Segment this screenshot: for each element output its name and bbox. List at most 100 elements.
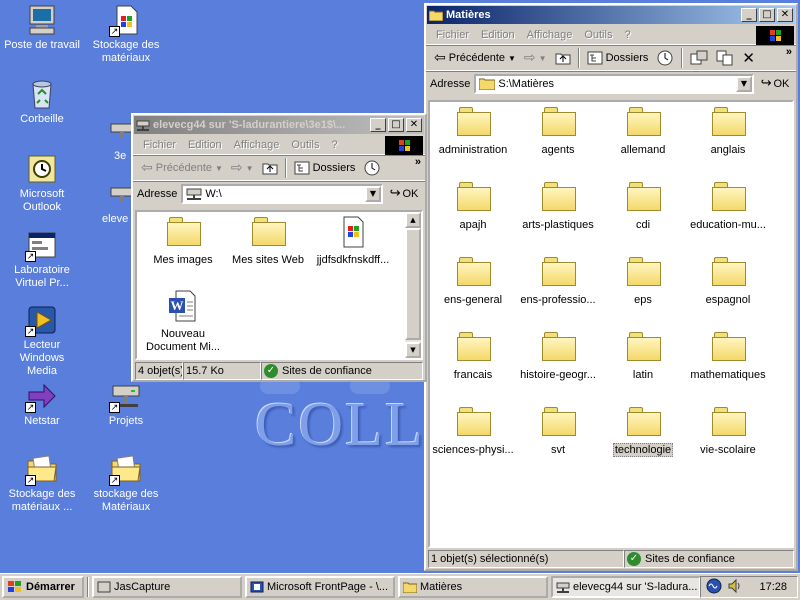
- folder-item[interactable]: latin: [601, 331, 685, 382]
- desktop-icon-projets[interactable]: ↗ Projets: [86, 380, 166, 428]
- folder-item[interactable]: cdi: [601, 181, 685, 232]
- folder-item[interactable]: sciences-physi...: [431, 406, 515, 457]
- toolbar-more-icon[interactable]: »: [415, 156, 421, 168]
- folder-item[interactable]: svt: [516, 406, 600, 457]
- folder-item[interactable]: anglais: [686, 106, 770, 157]
- address-bar: Adresse S:\Matières ▼ ↪ OK: [426, 71, 796, 95]
- menu-outils[interactable]: Outils: [578, 29, 618, 41]
- close-button[interactable]: ✕: [406, 118, 422, 132]
- menu-help[interactable]: ?: [325, 139, 343, 151]
- move-to-button[interactable]: [686, 47, 712, 69]
- up-folder-button[interactable]: [258, 157, 282, 179]
- address-input[interactable]: S:\Matières ▼: [474, 73, 754, 94]
- desktop-icon-windows-media[interactable]: ↗ Lecteur Windows Media: [2, 304, 82, 378]
- folder-item[interactable]: administration: [431, 106, 515, 157]
- desktop-icon-poste-de-travail[interactable]: Poste de travail: [2, 4, 82, 52]
- folder-icon: [479, 78, 496, 90]
- menu-fichier[interactable]: Fichier: [430, 29, 475, 41]
- folder-item[interactable]: mathematiques: [686, 331, 770, 382]
- folder-item-label: arts-plastiques: [522, 219, 594, 231]
- folder-item[interactable]: allemand: [601, 106, 685, 157]
- menu-affichage[interactable]: Affichage: [228, 139, 286, 151]
- desktop-icon-corbeille[interactable]: Corbeille: [2, 78, 82, 126]
- menu-fichier[interactable]: Fichier: [137, 139, 182, 151]
- history-button[interactable]: [652, 47, 678, 69]
- menu-outils[interactable]: Outils: [285, 139, 325, 151]
- maximize-button[interactable]: □: [759, 8, 775, 22]
- menu-help[interactable]: ?: [618, 29, 636, 41]
- folder-item-label: ens-professio...: [520, 294, 596, 306]
- folder-item[interactable]: espagnol: [686, 256, 770, 307]
- folder-item[interactable]: histoire-geogr...: [516, 331, 600, 382]
- go-button[interactable]: ↪ OK: [754, 76, 796, 91]
- toolbar-more-icon[interactable]: »: [786, 46, 792, 58]
- folder-item[interactable]: vie-scolaire: [686, 406, 770, 457]
- title-bar[interactable]: elevecg44 sur 'S-ladurantiere\3e1$\... _…: [134, 116, 424, 134]
- folder-item[interactable]: ens-professio...: [516, 256, 600, 307]
- shortcut-arrow-icon: ↗: [109, 26, 120, 37]
- menu-edition[interactable]: Edition: [475, 29, 521, 41]
- folder-item-label: agents: [541, 144, 575, 156]
- folder-item[interactable]: ens-general: [431, 256, 515, 307]
- network-drive-icon: [136, 119, 150, 131]
- folder-item[interactable]: eps: [601, 256, 685, 307]
- desktop-icon-stockage-materiaux-1[interactable]: ↗ Stockage des matériaux ...: [2, 453, 82, 514]
- folder-view: administration agents allemand anglais apajh…: [428, 100, 794, 548]
- menu-edition[interactable]: Edition: [182, 139, 228, 151]
- file-item[interactable]: jjdfsdkfnskdff...: [311, 216, 395, 267]
- back-button[interactable]: ⇦ Précédente ▼: [430, 47, 520, 69]
- volume-icon[interactable]: [727, 578, 743, 597]
- folder-item[interactable]: apajh: [431, 181, 515, 232]
- desktop-icon-laboratoire[interactable]: ↗ Laboratoire Virtuel Pr...: [2, 229, 82, 290]
- scroll-up-button[interactable]: ▲: [405, 212, 421, 228]
- folder-icon: [402, 581, 418, 594]
- desktop-icon-label: Stockage des matériaux: [86, 39, 166, 65]
- folder-icon: [712, 331, 746, 363]
- desktop-icon-stockage-materiaux-doc[interactable]: ↗ Stockage des matériaux: [86, 4, 166, 65]
- folder-item[interactable]: education-mu...: [686, 181, 770, 232]
- scroll-thumb[interactable]: [405, 228, 421, 340]
- menu-affichage[interactable]: Affichage: [521, 29, 579, 41]
- scroll-down-button[interactable]: ▼: [405, 342, 421, 358]
- address-dropdown-button[interactable]: ▼: [365, 185, 381, 202]
- task-button-matieres[interactable]: Matières: [398, 576, 548, 598]
- desktop-icon-stockage-materiaux-2[interactable]: ↗ stockage des Matériaux: [86, 453, 166, 514]
- file-item[interactable]: Mes sites Web: [226, 216, 310, 267]
- forward-button[interactable]: ⇨ ▼: [227, 157, 258, 179]
- folder-item[interactable]: agents: [516, 106, 600, 157]
- title-bar[interactable]: Matières _ □ ✕: [427, 6, 795, 24]
- folder-item[interactable]: francais: [431, 331, 515, 382]
- back-button[interactable]: ⇦ Précédente ▼: [137, 157, 227, 179]
- start-button[interactable]: Démarrer: [2, 576, 84, 598]
- forward-button[interactable]: ⇨ ▼: [520, 47, 551, 69]
- task-button-elevecg44[interactable]: elevecg44 sur 'S-ladura...: [551, 576, 701, 598]
- folder-icon: [627, 406, 661, 438]
- address-dropdown-button[interactable]: ▼: [736, 75, 752, 92]
- maximize-button[interactable]: □: [388, 118, 404, 132]
- task-button-jascapture[interactable]: JasCapture: [92, 576, 242, 598]
- folders-button[interactable]: Dossiers: [290, 157, 360, 179]
- up-folder-button[interactable]: [551, 47, 575, 69]
- folders-button[interactable]: Dossiers: [583, 47, 653, 69]
- folder-item[interactable]: technologie: [601, 406, 685, 457]
- task-button-frontpage[interactable]: Microsoft FrontPage - \...: [245, 576, 395, 598]
- partial-desktop-label: 3e: [114, 150, 127, 162]
- delete-button[interactable]: ✕: [738, 47, 759, 69]
- address-input[interactable]: W:\ ▼: [181, 183, 383, 204]
- folder-icon: [627, 106, 661, 138]
- close-button[interactable]: ✕: [777, 8, 793, 22]
- minimize-button[interactable]: _: [741, 8, 757, 22]
- folder-item[interactable]: arts-plastiques: [516, 181, 600, 232]
- file-item[interactable]: Mes images: [141, 216, 225, 267]
- copy-to-button[interactable]: [712, 47, 738, 69]
- desktop-icon-outlook[interactable]: Microsoft Outlook: [2, 153, 82, 214]
- minimize-button[interactable]: _: [370, 118, 386, 132]
- folder-icon: [712, 106, 746, 138]
- desktop-icon-netstar[interactable]: ↗ Netstar: [2, 380, 82, 428]
- history-button[interactable]: [359, 157, 385, 179]
- vertical-scrollbar[interactable]: ▲ ▼: [405, 212, 421, 358]
- file-item[interactable]: W Nouveau Document Mi...: [141, 290, 225, 354]
- folder-item-label: histoire-geogr...: [520, 369, 596, 381]
- network-tray-icon[interactable]: [705, 578, 723, 597]
- go-button[interactable]: ↪ OK: [383, 186, 425, 201]
